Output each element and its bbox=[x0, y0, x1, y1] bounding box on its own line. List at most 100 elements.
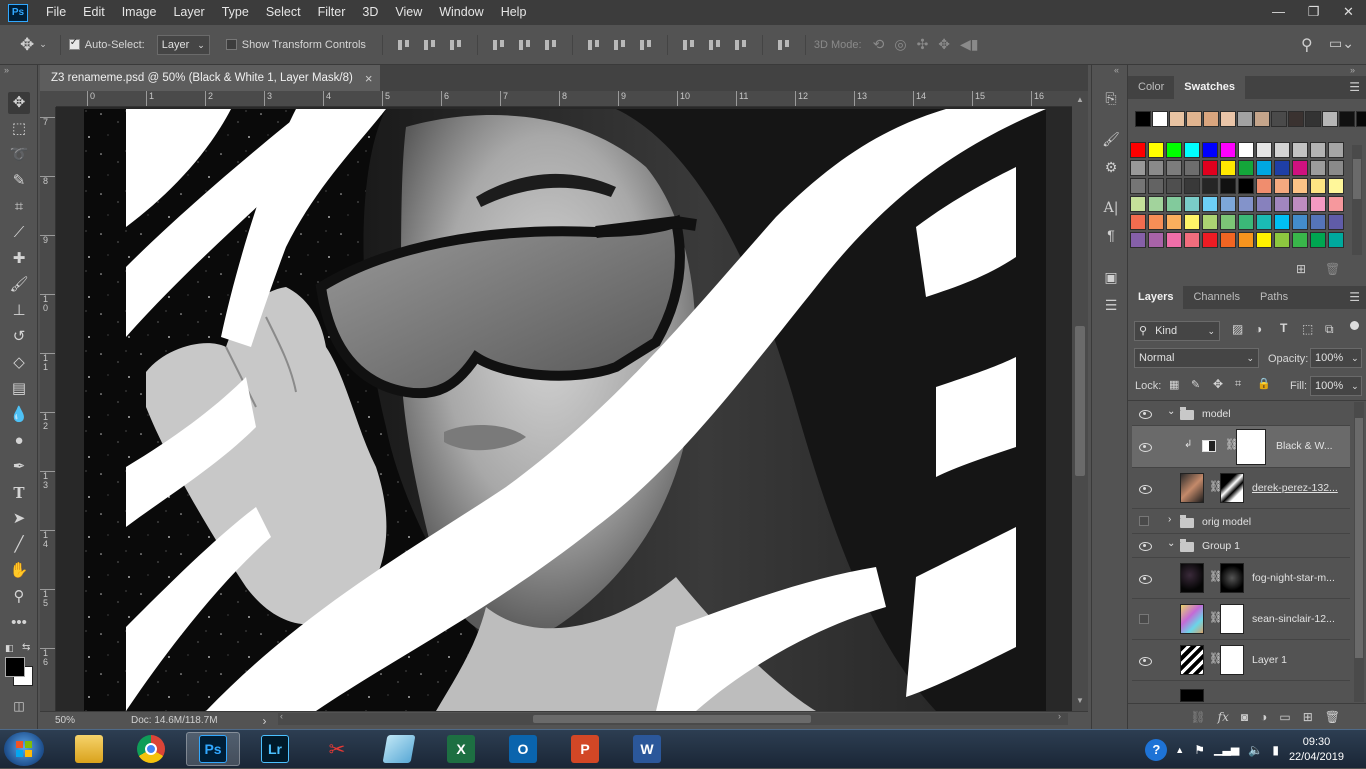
visibility-eye-icon[interactable] bbox=[1138, 540, 1152, 552]
color-swatch[interactable] bbox=[1328, 196, 1344, 212]
workspace-icon[interactable]: ▭⌄ bbox=[1329, 35, 1354, 52]
align-right-icon[interactable] bbox=[543, 38, 559, 52]
stamp-tool-icon[interactable]: ⊥ bbox=[8, 300, 30, 322]
color-swatch[interactable] bbox=[1148, 160, 1164, 176]
color-swatch[interactable] bbox=[1292, 214, 1308, 230]
add-mask-icon[interactable]: ◙ bbox=[1241, 710, 1248, 724]
color-swatch[interactable] bbox=[1184, 178, 1200, 194]
distribute-bottom-icon[interactable] bbox=[638, 38, 654, 52]
visibility-toggle-off[interactable] bbox=[1139, 516, 1149, 526]
color-swatch[interactable] bbox=[1310, 196, 1326, 212]
chevron-down-icon[interactable]: ⌄ bbox=[1167, 406, 1175, 417]
visibility-eye-icon[interactable] bbox=[1138, 441, 1152, 453]
align-top-icon[interactable] bbox=[396, 38, 412, 52]
fill-field[interactable]: 100% ⌄ bbox=[1310, 376, 1362, 396]
layer-row-fog-night-star[interactable]: ⛓ fog-night-star-m... bbox=[1132, 558, 1350, 599]
move-tool-preset-icon[interactable]: ✥ bbox=[20, 35, 34, 55]
layer-row-sean-sinclair[interactable]: ⛓ sean-sinclair-12... bbox=[1132, 599, 1350, 640]
swap-colors-icon[interactable]: ⇆ bbox=[22, 642, 30, 653]
color-swatch[interactable] bbox=[1254, 111, 1270, 127]
default-colors-icon[interactable]: ◧ bbox=[5, 643, 14, 654]
color-swatch[interactable] bbox=[1202, 232, 1218, 248]
color-swatch[interactable] bbox=[1274, 178, 1290, 194]
scroll-right-icon[interactable]: › bbox=[1058, 711, 1061, 721]
align-hcenter-icon[interactable] bbox=[517, 38, 533, 52]
color-swatch[interactable] bbox=[1202, 214, 1218, 230]
color-swatch[interactable] bbox=[1130, 160, 1146, 176]
color-swatch[interactable] bbox=[1148, 196, 1164, 212]
status-menu-chevron-icon[interactable]: › bbox=[263, 714, 267, 728]
color-swatch[interactable] bbox=[1220, 111, 1236, 127]
color-swatch[interactable] bbox=[1130, 142, 1146, 158]
visibility-eye-icon[interactable] bbox=[1138, 573, 1152, 585]
align-left-icon[interactable] bbox=[491, 38, 507, 52]
slide-3d-icon[interactable]: ✥ bbox=[938, 36, 950, 53]
help-icon[interactable]: ? bbox=[1145, 738, 1168, 761]
menu-edit[interactable]: Edit bbox=[75, 0, 114, 25]
color-swatch[interactable] bbox=[1220, 196, 1236, 212]
align-bottom-icon[interactable] bbox=[448, 38, 464, 52]
battery-icon[interactable]: ▮ bbox=[1272, 743, 1279, 757]
link-layers-icon[interactable]: ⛓ bbox=[1190, 710, 1205, 724]
color-swatch[interactable] bbox=[1328, 232, 1344, 248]
color-swatch[interactable] bbox=[1203, 111, 1219, 127]
color-swatch[interactable] bbox=[1184, 232, 1200, 248]
distribute-vcenter-icon[interactable] bbox=[612, 38, 628, 52]
color-swatch[interactable] bbox=[1135, 111, 1151, 127]
color-swatch[interactable] bbox=[1310, 178, 1326, 194]
more-tools-icon[interactable]: ••• bbox=[8, 612, 30, 634]
flag-icon[interactable]: ⚑ bbox=[1194, 743, 1205, 757]
color-swatch[interactable] bbox=[1238, 196, 1254, 212]
volume-icon[interactable]: 🔈 bbox=[1248, 743, 1263, 757]
layer-row-derek-perez[interactable]: ⛓ derek-perez-132... bbox=[1132, 468, 1350, 509]
collapse-icon[interactable]: » bbox=[4, 65, 9, 75]
foreground-color-swatch[interactable] bbox=[5, 657, 25, 677]
type-tool-icon[interactable]: T bbox=[8, 482, 30, 504]
taskbar-snipping-tool[interactable]: ✂ bbox=[310, 732, 364, 766]
color-swatch[interactable] bbox=[1130, 178, 1146, 194]
color-swatch[interactable] bbox=[1184, 196, 1200, 212]
libraries-panel-icon[interactable]: ▣ bbox=[1101, 267, 1121, 287]
align-vcenter-icon[interactable] bbox=[422, 38, 438, 52]
color-swatch[interactable] bbox=[1202, 196, 1218, 212]
color-swatch[interactable] bbox=[1152, 111, 1168, 127]
dodge-tool-icon[interactable]: ● bbox=[8, 430, 30, 452]
new-adjustment-icon[interactable]: ◑ bbox=[1260, 710, 1267, 724]
lock-transparent-icon[interactable]: ▦ bbox=[1169, 378, 1179, 391]
show-transform-checkbox[interactable] bbox=[225, 39, 237, 50]
color-swatch[interactable] bbox=[1220, 232, 1236, 248]
paragraph-panel-icon[interactable]: ¶ bbox=[1101, 225, 1121, 245]
tab-paths[interactable]: Paths bbox=[1250, 286, 1298, 309]
lock-artboard-icon[interactable]: ⌗ bbox=[1235, 378, 1241, 391]
new-group-folder-icon[interactable]: ▭ bbox=[1279, 710, 1290, 724]
blur-tool-icon[interactable]: 💧 bbox=[8, 404, 30, 426]
pen-tool-icon[interactable]: ✒ bbox=[8, 456, 30, 478]
visibility-eye-icon[interactable] bbox=[1138, 655, 1152, 667]
color-swatch[interactable] bbox=[1256, 160, 1272, 176]
taskbar-powerpoint[interactable]: P bbox=[558, 732, 612, 766]
color-swatch[interactable] bbox=[1256, 232, 1272, 248]
network-signal-icon[interactable]: ▁▃▅ bbox=[1214, 743, 1239, 756]
color-swatch[interactable] bbox=[1238, 160, 1254, 176]
artwork-image[interactable] bbox=[56, 107, 1072, 711]
crop-tool-icon[interactable]: ⌗ bbox=[8, 196, 30, 218]
color-swatch[interactable] bbox=[1166, 232, 1182, 248]
color-swatch[interactable] bbox=[1238, 214, 1254, 230]
color-swatch[interactable] bbox=[1274, 160, 1290, 176]
menu-image[interactable]: Image bbox=[114, 0, 166, 25]
color-swatch[interactable] bbox=[1238, 142, 1254, 158]
layer-filter-dropdown[interactable]: ⚲ Kind ⌄ bbox=[1134, 321, 1220, 341]
blend-mode-dropdown[interactable]: Normal ⌄ bbox=[1134, 348, 1259, 368]
panel-menu-icon[interactable]: ☰ bbox=[1349, 80, 1360, 94]
color-swatch[interactable] bbox=[1169, 111, 1185, 127]
layers-scrollbar[interactable] bbox=[1354, 402, 1364, 702]
menu-layer[interactable]: Layer bbox=[165, 0, 213, 25]
distribute-top-icon[interactable] bbox=[586, 38, 602, 52]
opacity-field[interactable]: 100% ⌄ bbox=[1310, 348, 1362, 368]
menu-select[interactable]: Select bbox=[258, 0, 310, 25]
menu-window[interactable]: Window bbox=[431, 0, 492, 25]
auto-align-icon[interactable] bbox=[776, 38, 792, 52]
color-swatch[interactable] bbox=[1328, 214, 1344, 230]
collapse-icon[interactable]: » bbox=[1350, 65, 1355, 75]
color-swatch[interactable] bbox=[1186, 111, 1202, 127]
